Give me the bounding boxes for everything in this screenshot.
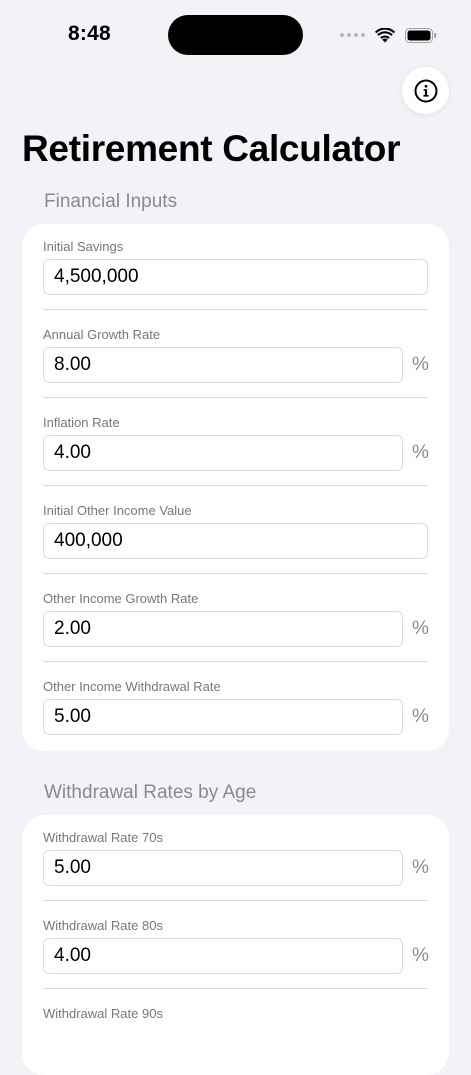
divider <box>43 573 428 574</box>
input-value: 8.00 <box>54 354 91 375</box>
input-value: 2.00 <box>54 618 91 639</box>
status-bar: 8:48 <box>0 0 471 70</box>
input-value: 4,500,000 <box>54 266 139 287</box>
initial-other-income-input[interactable]: 400,000 <box>43 523 428 559</box>
divider <box>43 309 428 310</box>
dynamic-island <box>168 15 303 55</box>
input-value: 4.00 <box>54 442 91 463</box>
annual-growth-rate-input[interactable]: 8.00 <box>43 347 403 383</box>
input-value: 400,000 <box>54 530 123 551</box>
divider <box>43 661 428 662</box>
withdrawal-rates-card: Withdrawal Rate 70s 5.00 % Withdrawal Ra… <box>22 815 449 1075</box>
withdrawal-rate-70s-input[interactable]: 5.00 <box>43 850 403 886</box>
withdrawal-rates-header: Withdrawal Rates by Age <box>44 782 257 803</box>
divider <box>43 988 428 989</box>
field-label: Other Income Withdrawal Rate <box>43 679 221 694</box>
wifi-icon <box>375 27 395 42</box>
field-label: Initial Savings <box>43 239 124 254</box>
percent-unit: % <box>412 618 429 639</box>
inflation-rate-input[interactable]: 4.00 <box>43 435 403 471</box>
input-value: 4.00 <box>54 945 91 966</box>
initial-savings-input[interactable]: 4,500,000 <box>43 259 428 295</box>
percent-unit: % <box>412 857 429 878</box>
other-income-growth-rate-input[interactable]: 2.00 <box>43 611 403 647</box>
divider <box>43 900 428 901</box>
field-label: Initial Other Income Value <box>43 503 192 518</box>
status-time: 8:48 <box>68 22 111 45</box>
field-label: Inflation Rate <box>43 415 120 430</box>
cellular-signal-icon <box>340 33 365 37</box>
financial-inputs-header: Financial Inputs <box>44 191 178 212</box>
percent-unit: % <box>412 945 429 966</box>
financial-inputs-card: Initial Savings 4,500,000 Annual Growth … <box>22 224 449 751</box>
withdrawal-rate-80s-input[interactable]: 4.00 <box>43 938 403 974</box>
percent-unit: % <box>412 706 429 727</box>
info-icon <box>414 79 437 102</box>
input-value: 5.00 <box>54 857 91 878</box>
percent-unit: % <box>412 354 429 375</box>
status-icons <box>340 25 437 45</box>
field-label: Annual Growth Rate <box>43 327 161 342</box>
field-label: Other Income Growth Rate <box>43 591 199 606</box>
battery-icon <box>405 27 437 43</box>
field-label: Withdrawal Rate 70s <box>43 830 163 845</box>
field-label: Withdrawal Rate 90s <box>43 1006 163 1021</box>
info-button[interactable] <box>402 67 449 114</box>
percent-unit: % <box>412 442 429 463</box>
divider <box>43 485 428 486</box>
input-value: 5.00 <box>54 706 91 727</box>
field-label: Withdrawal Rate 80s <box>43 918 163 933</box>
other-income-withdrawal-rate-input[interactable]: 5.00 <box>43 699 403 735</box>
divider <box>43 397 428 398</box>
page-title: Retirement Calculator <box>22 128 401 169</box>
